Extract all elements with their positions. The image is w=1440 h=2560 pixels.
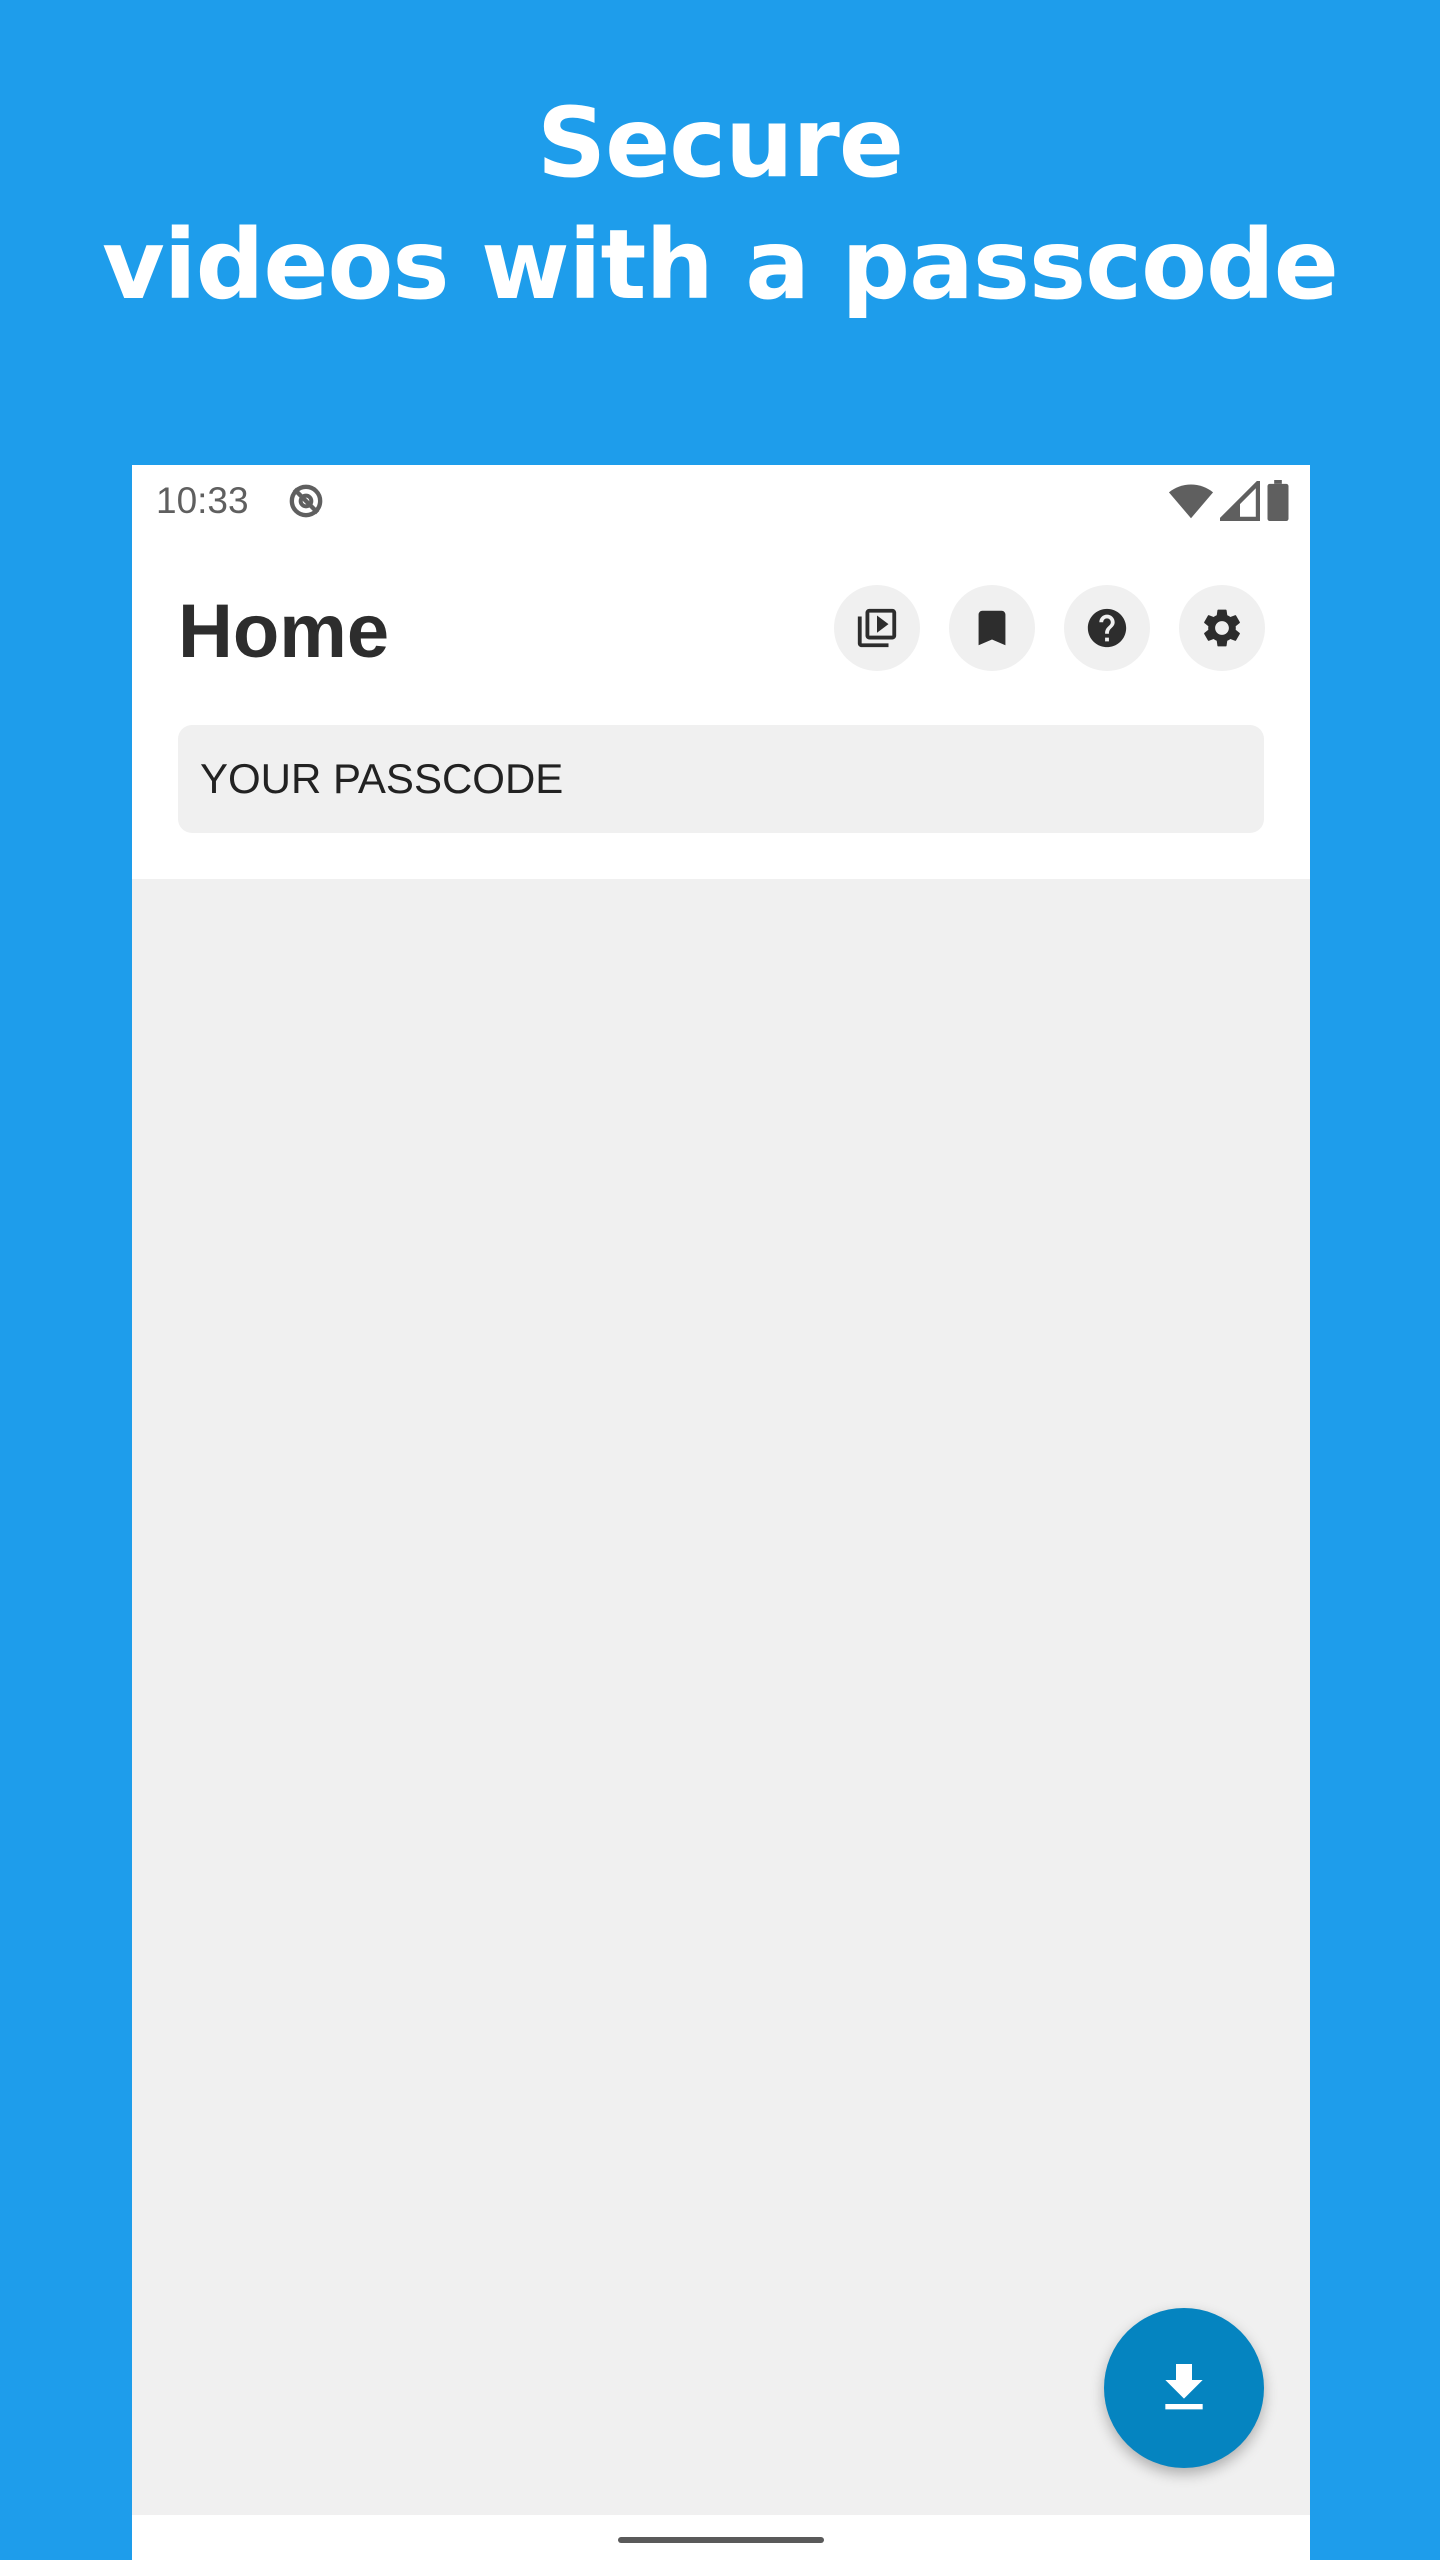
bookmark-button[interactable] [949,585,1035,671]
download-button[interactable] [1104,2308,1264,2468]
app-header: Home [132,537,1310,879]
status-bar: 10:33 [132,465,1310,537]
headline-line-2: videos with a passcode [102,209,1339,321]
video-library-icon [857,608,897,648]
home-indicator[interactable] [618,2537,824,2543]
gear-icon [1204,609,1240,647]
navigation-bar [132,2515,1310,2560]
promo-background: Secure videos with a passcode 10:33 Home [0,0,1440,2560]
headline-line-1: Secure [537,87,904,199]
help-button[interactable] [1064,585,1150,671]
battery-icon [1267,480,1289,522]
passcode-input[interactable] [178,725,1264,833]
settings-button[interactable] [1179,585,1265,671]
status-time: 10:33 [156,480,249,521]
cell-signal-icon [1220,481,1260,521]
download-icon [1165,2364,1203,2410]
wifi-icon [1168,484,1214,519]
data-saver-icon [289,484,323,518]
promo-headline: Secure videos with a passcode [0,82,1440,326]
status-icons [1168,479,1290,523]
phone-screen: 10:33 Home [132,465,1310,2560]
video-library-button[interactable] [834,585,920,671]
video-list-area [132,879,1310,2515]
page-title: Home [178,589,390,674]
help-icon [1087,608,1127,648]
bookmark-icon [978,610,1006,646]
